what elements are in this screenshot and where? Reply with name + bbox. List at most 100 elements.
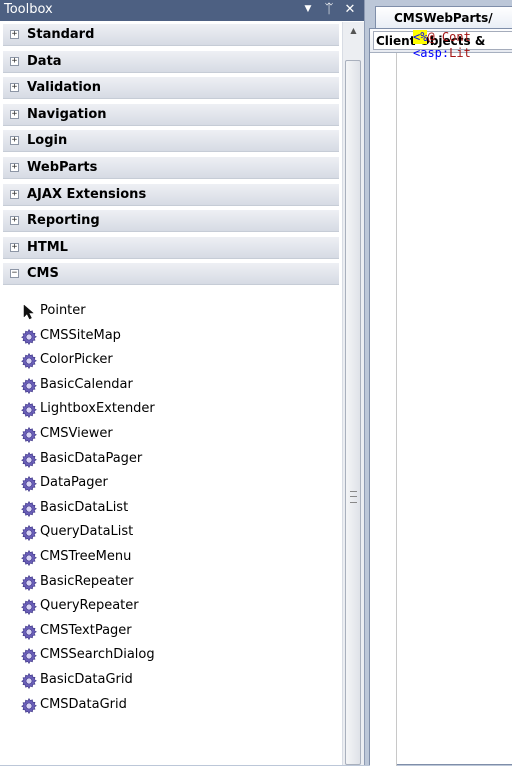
window-position-dropdown-icon[interactable]: ▼ — [300, 1, 316, 18]
toolbox-item-cmsviewer[interactable]: CMSViewer — [0, 423, 342, 446]
toolbox-item-label: CMSTextPager — [40, 622, 132, 638]
collapse-icon[interactable]: − — [10, 269, 19, 279]
close-icon[interactable]: ✕ — [342, 1, 358, 18]
toolbox-title: Toolbox — [4, 2, 53, 17]
expand-icon[interactable]: + — [10, 56, 19, 66]
toolbox-item-label: QueryDataList — [40, 524, 134, 540]
toolbox-group-label: Data — [27, 53, 62, 69]
toolbox-group-label: Reporting — [27, 213, 100, 229]
toolbox-item-queryrepeater[interactable]: QueryRepeater — [0, 595, 342, 618]
toolbox-group-label: Navigation — [27, 106, 107, 122]
toolbox-item-label: CMSDataGrid — [40, 696, 127, 712]
toolbox-group-label: WebParts — [27, 160, 98, 175]
toolbox-item-label: CMSSiteMap — [40, 327, 121, 343]
tag-prefix: <asp: — [413, 46, 450, 60]
expand-icon[interactable]: + — [10, 216, 19, 226]
expand-icon[interactable]: + — [10, 30, 19, 39]
toolbox-item-basiccalendar[interactable]: BasicCalendar — [0, 374, 342, 397]
toolbox-item-label: ColorPicker — [40, 352, 113, 368]
toolbox-item-cmstreemenu[interactable]: CMSTreeMenu — [0, 546, 342, 569]
gear-component-icon — [20, 697, 38, 715]
toolbox-list: + Standard + Data + Validation + Navigation + Log… — [0, 22, 342, 765]
toolbox-item-datapager[interactable]: DataPager — [0, 472, 342, 495]
toolbox-group-login[interactable]: + Login — [3, 130, 339, 153]
toolbox-group-validation[interactable]: + Validation — [3, 77, 339, 100]
expand-icon[interactable]: + — [10, 83, 19, 93]
toolbox-item-label: DataPager — [40, 475, 108, 491]
toolbox-group-html[interactable]: + HTML — [3, 236, 339, 259]
toolbox-group-navigation[interactable]: + Navigation — [3, 103, 339, 126]
gear-component-icon — [20, 377, 38, 395]
toolbox-group-label: Standard — [27, 27, 95, 42]
gear-component-icon — [20, 401, 38, 419]
toolbox-group-data[interactable]: + Data — [3, 50, 339, 73]
pointer-icon — [20, 303, 38, 321]
scrollbar-thumb[interactable] — [345, 60, 361, 765]
tab-cmswebparts[interactable]: CMSWebParts/ — [375, 6, 512, 28]
toolbox-group-reporting[interactable]: + Reporting — [3, 210, 339, 233]
toolbox-group-cms[interactable]: − CMS — [3, 263, 339, 286]
expand-icon[interactable]: + — [10, 189, 19, 199]
toolbox-item-label: QueryRepeater — [40, 598, 139, 614]
toolbox-item-querydatalist[interactable]: QueryDataList — [0, 521, 342, 544]
gear-component-icon — [20, 352, 38, 370]
toolbox-item-basicdatalist[interactable]: BasicDataList — [0, 497, 342, 520]
gear-component-icon — [20, 574, 38, 592]
expand-icon[interactable]: + — [10, 163, 19, 172]
expand-icon[interactable]: + — [10, 242, 19, 252]
toolbox-item-cmssearchdialog[interactable]: CMSSearchDialog — [0, 644, 342, 667]
pin-icon[interactable]: ᛠ — [321, 1, 337, 18]
expand-icon[interactable]: + — [10, 109, 19, 119]
toolbox-item-pointer[interactable]: Pointer — [0, 300, 342, 323]
expand-icon[interactable]: + — [10, 136, 19, 146]
gear-component-icon — [20, 451, 38, 469]
toolbox-item-label: CMSSearchDialog — [40, 647, 155, 663]
code-line-1: <%@ Cont — [413, 29, 471, 45]
gear-component-icon — [20, 672, 38, 690]
code-view[interactable]: <%@ Cont <asp:Lit — [413, 29, 471, 61]
toolbox-item-cmsdatagrid[interactable]: CMSDataGrid — [0, 694, 342, 717]
gear-component-icon — [20, 328, 38, 346]
toolbox-item-label: BasicDataList — [40, 499, 129, 515]
toolbox-item-basicdatagrid[interactable]: BasicDataGrid — [0, 669, 342, 692]
gear-component-icon — [20, 475, 38, 493]
gear-component-icon — [20, 524, 38, 542]
toolbox-item-basicrepeater[interactable]: BasicRepeater — [0, 571, 342, 594]
toolbox-item-label: CMSTreeMenu — [40, 549, 132, 564]
gear-component-icon — [20, 623, 38, 641]
toolbox-item-colorpicker[interactable]: ColorPicker — [0, 349, 342, 372]
toolbox-item-cmssitemap[interactable]: CMSSiteMap — [0, 325, 342, 348]
toolbox-group-label: AJAX Extensions — [27, 186, 147, 202]
gear-component-icon — [20, 500, 38, 518]
gear-component-icon — [20, 598, 38, 616]
scrollbar-grip-icon — [350, 491, 357, 503]
gear-component-icon — [20, 549, 38, 567]
toolbox-group-label: HTML — [27, 239, 68, 255]
toolbox-item-label: Pointer — [40, 303, 86, 318]
toolbox-item-lightboxextender[interactable]: LightboxExtender — [0, 398, 342, 421]
editor-area: CMSWebParts/ Client Objects & <%@ Cont <a… — [365, 0, 512, 766]
toolbox-group-ajax-extensions[interactable]: + AJAX Extensions — [3, 183, 339, 206]
toolbox-group-standard[interactable]: + Standard — [3, 24, 339, 46]
toolbox-group-webparts[interactable]: + WebParts — [3, 157, 339, 179]
toolbox-item-cmstextpager[interactable]: CMSTextPager — [0, 620, 342, 643]
toolbox-item-label: BasicDataPager — [40, 450, 143, 466]
toolbox-panel: Toolbox ▼ ᛠ ✕ + Standard + Data + Validation +… — [0, 0, 365, 765]
gear-component-icon — [20, 426, 38, 444]
vertical-scrollbar[interactable]: ▲ — [342, 22, 364, 765]
toolbox-item-label: BasicCalendar — [40, 376, 133, 392]
toolbox-item-label: BasicDataGrid — [40, 672, 133, 687]
toolbox-title-bar: Toolbox ▼ ᛠ ✕ — [0, 0, 364, 21]
toolbox-group-label: Validation — [27, 80, 101, 96]
toolbox-item-basicdatapager[interactable]: BasicDataPager — [0, 448, 342, 471]
document-frame: Client Objects & — [369, 28, 512, 766]
scroll-up-arrow-icon[interactable]: ▲ — [343, 22, 364, 39]
directive-text: @ Cont — [427, 30, 471, 44]
code-line-2: <asp:Lit — [413, 45, 471, 61]
toolbox-group-label: Login — [27, 133, 68, 149]
tag-name: Lit — [449, 46, 471, 60]
gear-component-icon — [20, 647, 38, 665]
editor-gutter — [370, 53, 397, 766]
toolbox-group-label: CMS — [27, 266, 59, 282]
toolbox-item-label: LightboxExtender — [40, 401, 155, 417]
